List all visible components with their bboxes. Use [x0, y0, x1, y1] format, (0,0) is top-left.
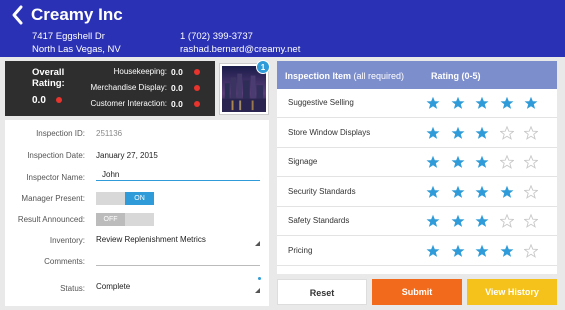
star-filled-icon[interactable] — [451, 185, 465, 199]
inspector-name-label: Inspector Name: — [26, 173, 85, 182]
inspection-item-name: Pricing — [288, 245, 313, 255]
manager-present-state: ON — [125, 192, 154, 205]
inventory-label: Inventory: — [49, 236, 85, 245]
star-filled-icon[interactable] — [500, 185, 514, 199]
submit-button[interactable]: Submit — [372, 279, 462, 305]
star-filled-icon[interactable] — [475, 214, 489, 228]
housekeeping-label: Housekeeping: — [113, 67, 167, 76]
inventory-value: Review Replenishment Metrics — [96, 235, 206, 244]
star-empty-icon[interactable] — [499, 125, 514, 140]
result-announced-label: Result Announced: — [17, 215, 85, 224]
star-filled-icon[interactable] — [426, 244, 440, 258]
customer-interaction-value: 0.0 — [171, 99, 183, 109]
star-filled-icon[interactable] — [451, 214, 465, 228]
inspection-row: Pricing — [277, 237, 557, 266]
inspection-item-name: Security Standards — [288, 186, 356, 196]
star-filled-icon[interactable] — [475, 244, 489, 258]
email-address[interactable]: rashad.bernard@creamy.net — [180, 44, 300, 55]
back-arrow-icon[interactable] — [9, 4, 27, 26]
company-title: Creamy Inc — [31, 5, 123, 24]
star-empty-icon[interactable] — [524, 184, 538, 199]
star-filled-icon[interactable] — [500, 96, 514, 110]
star-empty-icon[interactable] — [524, 243, 538, 258]
merchandise-status-dot — [194, 85, 200, 91]
header-bar: Creamy Inc 7417 Eggshell Dr North Las Ve… — [0, 0, 565, 57]
inspection-date-value[interactable]: January 27, 2015 — [96, 151, 158, 160]
comments-field[interactable] — [96, 254, 260, 266]
status-label: Status: — [60, 284, 85, 293]
address-line-1: 7417 Eggshell Dr — [32, 31, 105, 42]
inspection-items-panel: Inspection Item (all required) Rating (0… — [277, 61, 557, 274]
inspection-id-label: Inspection ID: — [36, 129, 85, 138]
star-empty-icon[interactable] — [499, 155, 514, 169]
inspection-form-card: Inspection ID: 251136 Inspection Date: J… — [5, 120, 269, 306]
overall-rating-value: 0.0 — [32, 95, 46, 106]
manager-present-toggle[interactable]: ON — [96, 192, 154, 205]
housekeeping-value: 0.0 — [171, 67, 183, 77]
star-filled-icon[interactable] — [426, 126, 440, 140]
inspection-row: Safety Standards — [277, 207, 557, 236]
merchandise-display-value: 0.0 — [171, 83, 183, 93]
scroll-indicator-dot — [258, 277, 261, 280]
star-filled-icon[interactable] — [451, 244, 465, 258]
star-filled-icon[interactable] — [500, 244, 514, 258]
inventory-select[interactable]: Review Replenishment Metrics — [96, 235, 260, 247]
star-filled-icon[interactable] — [426, 185, 440, 199]
star-filled-icon[interactable] — [451, 126, 465, 140]
dropdown-arrow-icon — [255, 288, 260, 293]
inspection-item-name: Signage — [288, 157, 318, 166]
result-announced-toggle[interactable]: OFF — [96, 213, 154, 226]
rating-summary-panel: Overall Rating: 0.0 Housekeeping: 0.0 Me… — [5, 61, 215, 116]
star-filled-icon[interactable] — [475, 96, 489, 110]
view-history-button[interactable]: View History — [467, 279, 557, 305]
inspection-row: Store Window Displays — [277, 119, 557, 148]
star-empty-icon[interactable] — [499, 214, 514, 228]
status-value: Complete — [96, 282, 131, 291]
inspection-row: Signage — [277, 148, 557, 177]
merchandise-display-label: Merchandise Display: — [90, 83, 167, 92]
star-filled-icon[interactable] — [426, 155, 440, 169]
star-filled-icon[interactable] — [475, 126, 489, 140]
inspection-item-name: Suggestive Selling — [288, 98, 354, 107]
status-select[interactable]: Complete — [96, 282, 260, 294]
star-filled-icon[interactable] — [475, 185, 489, 199]
inspection-row: Security Standards — [277, 178, 557, 207]
customer-interaction-label: Customer Interaction: — [90, 99, 167, 108]
inspector-name-field[interactable]: John — [96, 169, 260, 181]
star-empty-icon[interactable] — [524, 214, 538, 228]
inspection-date-label: Inspection Date: — [27, 151, 85, 160]
star-empty-icon[interactable] — [524, 155, 538, 169]
star-empty-icon[interactable] — [524, 125, 538, 140]
photo-count-badge: 1 — [256, 60, 270, 74]
comments-label: Comments: — [44, 257, 85, 266]
required-note: (all required) — [353, 71, 405, 81]
star-filled-icon[interactable] — [426, 96, 440, 110]
phone-number[interactable]: 1 (702) 399-3737 — [180, 31, 253, 42]
star-filled-icon[interactable] — [451, 155, 465, 169]
star-filled-icon[interactable] — [475, 155, 489, 169]
inspector-name-value: John — [102, 170, 120, 179]
rating-column-header: Rating (0-5) — [431, 71, 481, 81]
inspection-item-name: Safety Standards — [288, 216, 350, 225]
manager-present-label: Manager Present: — [21, 194, 85, 203]
reset-button[interactable]: Reset — [277, 279, 367, 305]
inspection-item-name: Store Window Displays — [288, 127, 371, 137]
customer-interaction-status-dot — [194, 101, 200, 107]
address-line-2: North Las Vegas, NV — [32, 44, 121, 55]
housekeeping-status-dot — [194, 69, 200, 75]
inspection-table-header: Inspection Item (all required) Rating (0… — [277, 61, 557, 89]
dropdown-arrow-icon — [255, 241, 260, 246]
star-filled-icon[interactable] — [451, 96, 465, 110]
inspection-row: Suggestive Selling — [277, 89, 557, 118]
inspection-id-value: 251136 — [96, 129, 123, 138]
result-announced-state: OFF — [96, 213, 125, 226]
inspection-item-column-header: Inspection Item (all required) — [285, 71, 405, 81]
star-filled-icon[interactable] — [426, 214, 440, 228]
star-filled-icon[interactable] — [524, 96, 538, 110]
